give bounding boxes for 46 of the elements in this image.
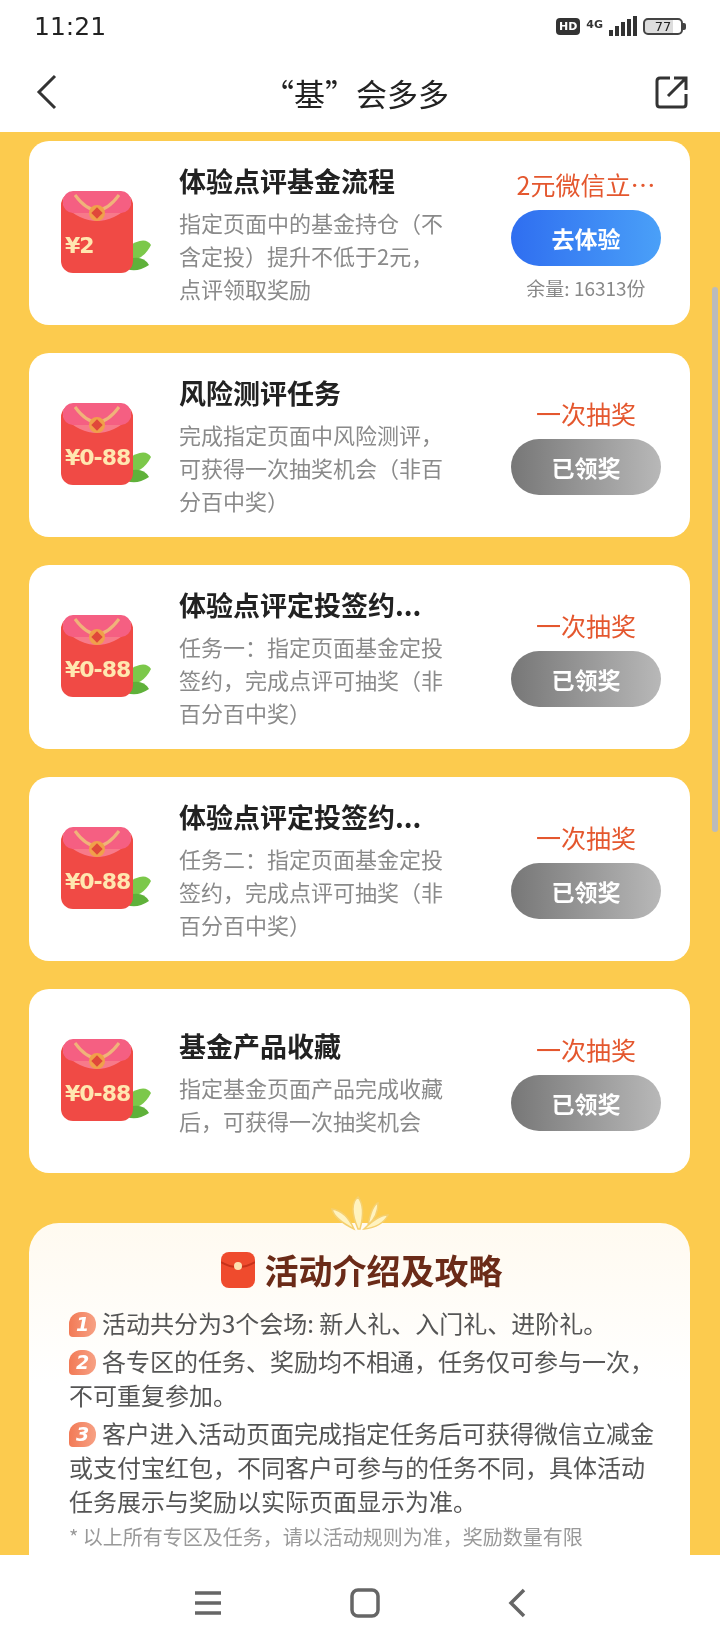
network-type: 4G: [586, 18, 603, 31]
number-badge: 2: [69, 1350, 96, 1375]
claimed-button[interactable]: 已领奖: [511, 1075, 661, 1131]
claimed-button[interactable]: 已领奖: [511, 651, 661, 707]
claimed-button[interactable]: 已领奖: [511, 439, 661, 495]
task-description: 完成指定页面中风险测评，可获得一次抽奖机会（非百分百中奖）: [179, 418, 444, 517]
amount-label: ¥0-88: [65, 445, 131, 470]
reward-label: 一次抽奖: [536, 607, 636, 643]
envelope-icon: [220, 1251, 255, 1288]
reward-label: 一次抽奖: [536, 1031, 636, 1067]
signal-icon: [609, 16, 637, 36]
section-title: 活动介绍及攻略: [264, 1245, 503, 1294]
reward-label: 2元微信立…: [516, 165, 656, 202]
task-title: 体验点评基金流程: [179, 161, 396, 200]
task-description: 指定页面中的基金持仓（不含定投）提升不低于2元，点评领取奖励: [179, 206, 444, 305]
task-title: 基金产品收藏: [179, 1025, 342, 1065]
note-text: * 以上所有专区及任务，请以活动规则为准，奖励数量有限: [69, 1522, 584, 1551]
amount-label: ¥2: [65, 233, 94, 258]
battery-level: 77: [643, 17, 683, 35]
amount-label: ¥0-88: [65, 1081, 131, 1106]
hd-indicator: HD: [555, 17, 581, 35]
task-title: 体验点评定投签约...: [179, 797, 423, 836]
amount-label: ¥0-88: [65, 657, 131, 682]
home-icon[interactable]: [350, 1587, 380, 1618]
task-description: 任务二：指定页面基金定投签约，完成点评可抽奖（非百分百中奖）: [179, 842, 444, 941]
reward-label: 一次抽奖: [536, 819, 636, 855]
share-icon[interactable]: [654, 74, 690, 110]
back-icon[interactable]: [36, 74, 58, 110]
amount-label: ¥0-88: [65, 869, 131, 894]
menu-icon[interactable]: [193, 1589, 224, 1616]
task-title: 风险测评任务: [179, 373, 342, 412]
back-icon[interactable]: [506, 1587, 527, 1618]
number-badge: 1: [69, 1312, 96, 1337]
clock-time: 11:21: [34, 11, 107, 41]
number-badge: 3: [69, 1422, 96, 1447]
task-description: 指定基金页面产品完成收藏后，可获得一次抽奖机会: [179, 1070, 444, 1137]
try-button[interactable]: 去体验: [511, 209, 661, 266]
task-description: 任务一：指定页面基金定投签约，完成点评可抽奖（非百分百中奖）: [179, 630, 444, 729]
claimed-button[interactable]: 已领奖: [511, 863, 661, 919]
rule-text: 3 客户进入活动页面完成指定任务后可获得微信立减金或支付宝红包，不同客户可参与的任务不同，具体活动任务展示与奖励以实际页面显示为准。: [69, 1416, 654, 1518]
reward-label: 一次抽奖: [536, 395, 636, 431]
stock-count: 余量: 16313份: [526, 273, 646, 301]
page-title: “基”会多多: [263, 69, 449, 115]
rule-text: 1 活动共分为3个会场: 新人礼、入门礼、进阶礼。: [69, 1306, 654, 1340]
task-title: 体验点评定投签约...: [179, 585, 423, 624]
rule-text: 2 各专区的任务、奖励均不相通，任务仅可参与一次，不可重复参加。: [69, 1344, 654, 1412]
